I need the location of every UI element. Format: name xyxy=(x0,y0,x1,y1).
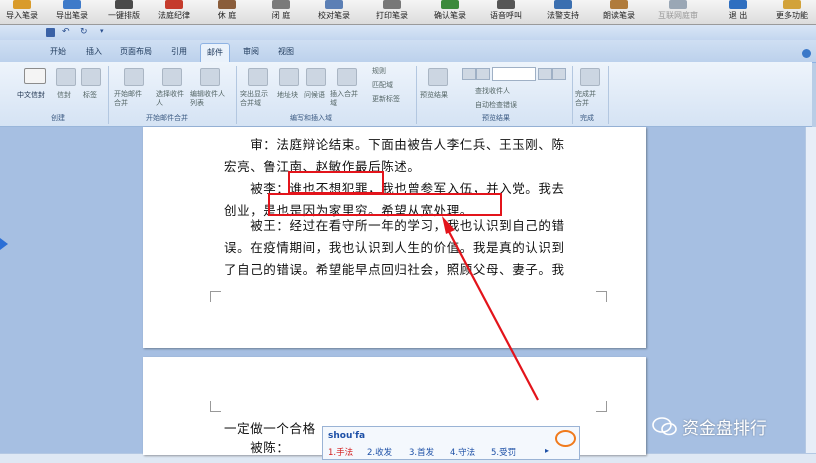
annotation-arrow xyxy=(442,216,539,401)
ime-candidate[interactable]: 3.首发 xyxy=(409,446,434,458)
ime-candidate[interactable]: 5.受罚 xyxy=(491,446,516,458)
ime-candidate[interactable]: 1.手法 xyxy=(328,446,353,458)
ime-candidate[interactable]: 4.守法 xyxy=(450,446,475,458)
ime-candidate-window[interactable]: shou'fa 1.手法 2.收发 3.首发 4.守法 5.受罚 ▸ xyxy=(322,426,580,460)
sogou-logo-icon xyxy=(555,430,576,447)
ime-candidate[interactable]: 2.收发 xyxy=(367,446,392,458)
ime-pinyin: shou'fa xyxy=(328,431,366,441)
wechat-icon xyxy=(652,417,677,436)
watermark-text: 资金盘排行 xyxy=(682,419,767,439)
ime-next-page-icon[interactable]: ▸ xyxy=(545,446,549,455)
